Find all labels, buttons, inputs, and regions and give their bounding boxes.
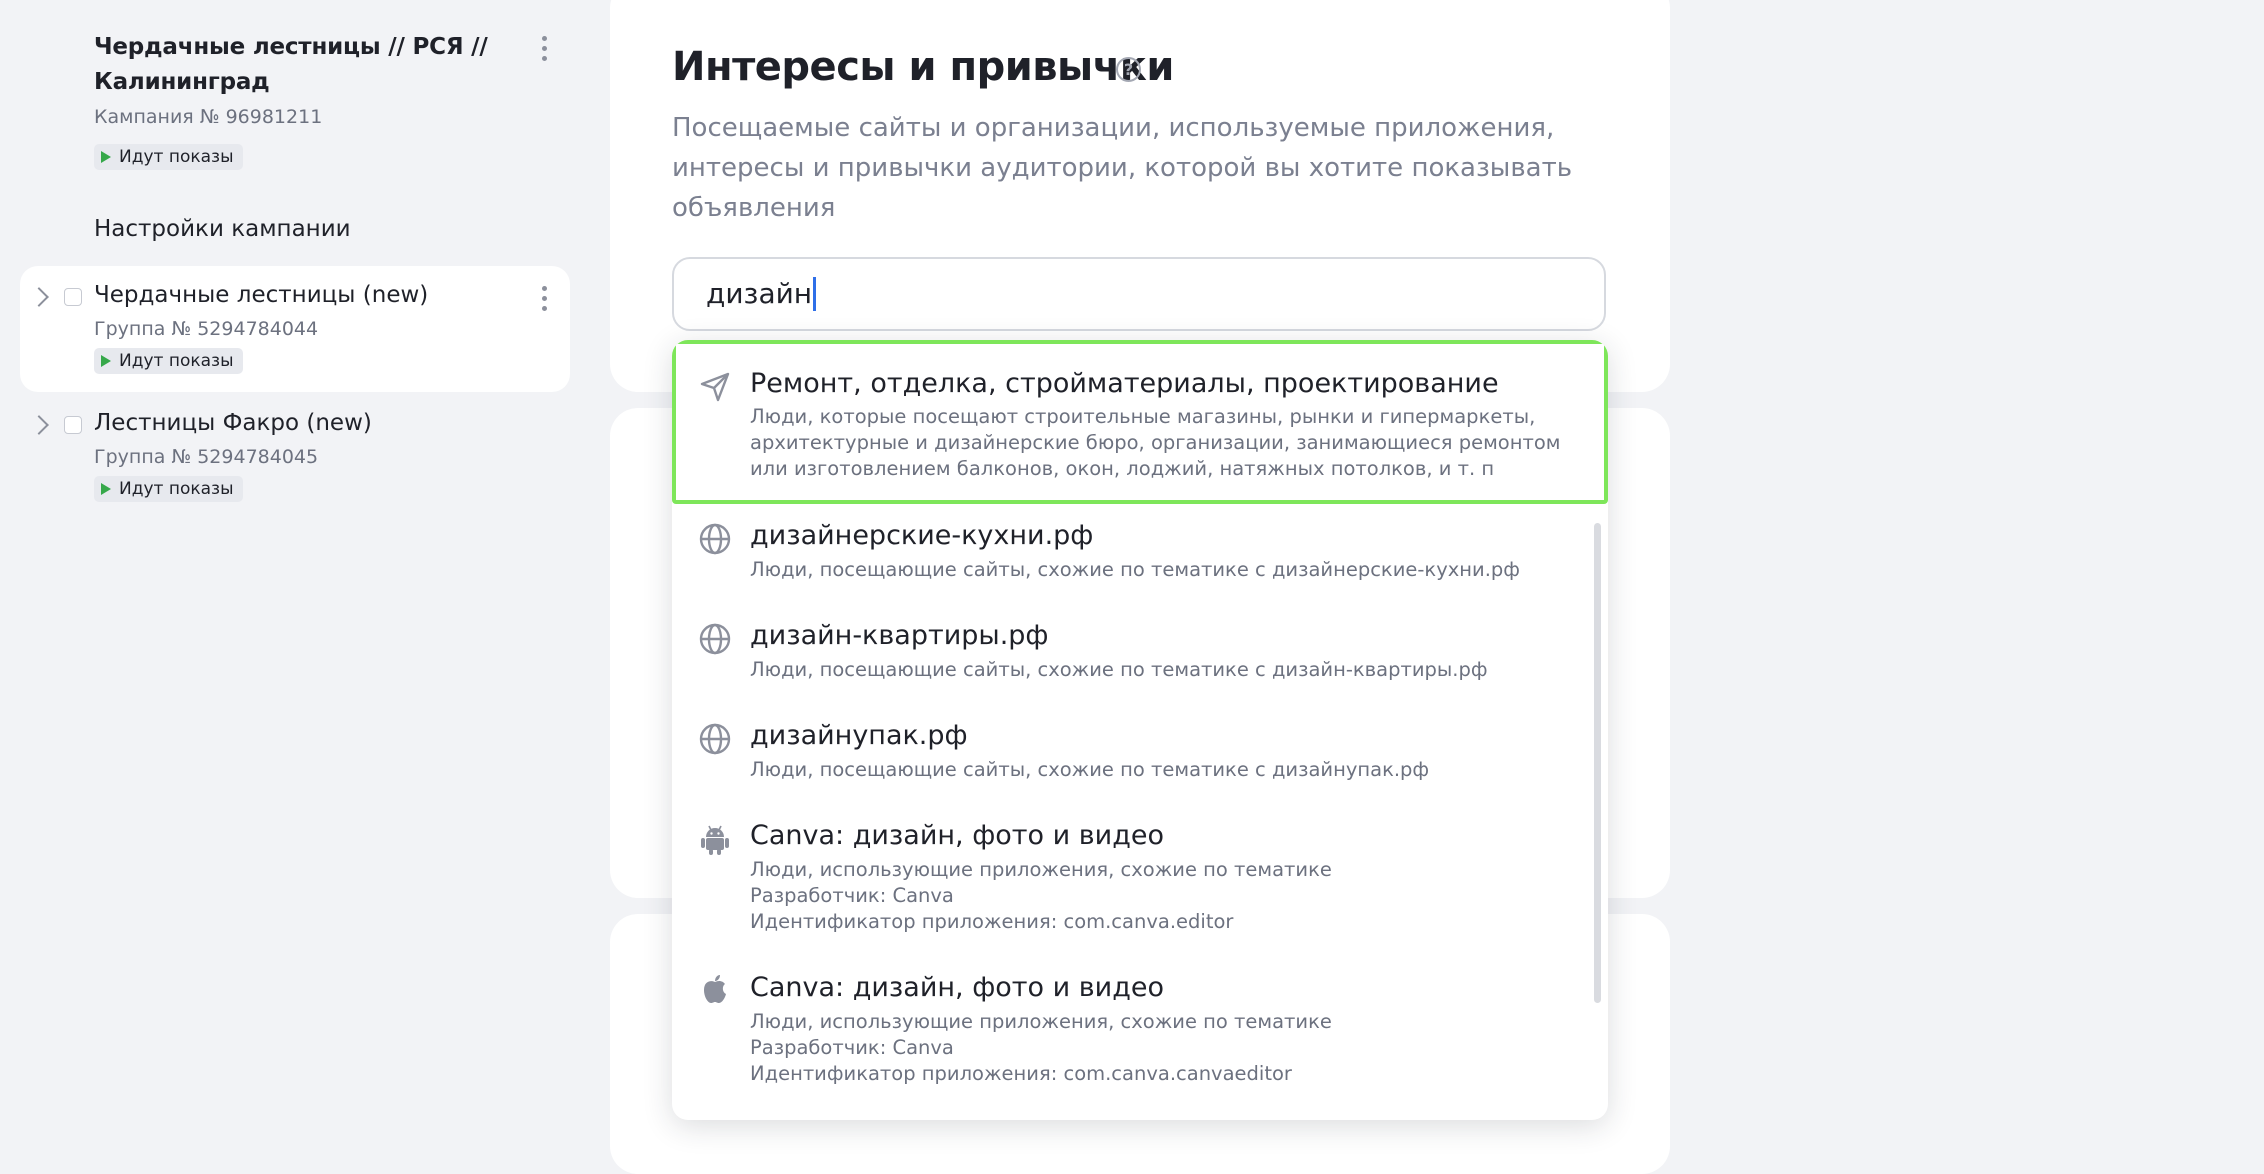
- dropdown-scrollbar[interactable]: [1594, 523, 1601, 1003]
- navigation-arrow-icon: [700, 372, 730, 402]
- play-icon: [101, 355, 111, 367]
- play-icon: [101, 483, 111, 495]
- globe-icon: [699, 623, 731, 655]
- globe-icon: [699, 723, 731, 755]
- status-badge: Идут показы: [94, 348, 243, 374]
- suggestion-title: Canva: дизайн, фото и видео: [750, 820, 1165, 851]
- suggestion-title: Ремонт, отделка, стройматериалы, проекти…: [750, 368, 1499, 399]
- suggestion-item[interactable]: Canva: дизайн, фото и видео Люди, исполь…: [672, 808, 1608, 958]
- group-name[interactable]: Лестницы Факро (new): [94, 410, 372, 436]
- sidebar-item-group-5294784044[interactable]: Чердачные лестницы (new) Группа № 529478…: [20, 266, 570, 392]
- sidebar-item-group-5294784045[interactable]: Лестницы Факро (new) Группа № 5294784045…: [20, 394, 570, 520]
- suggestion-title: дизайнерские-кухни.рф: [750, 520, 1094, 551]
- section-title: Интересы и привычки: [672, 44, 1174, 90]
- section-description: Посещаемые сайты и организации, использу…: [672, 113, 1573, 223]
- suggestions-dropdown: Ремонт, отделка, стройматериалы, проекти…: [672, 340, 1608, 1120]
- suggestion-app-id: Идентификатор приложения: com.canva.edit…: [750, 910, 1234, 933]
- suggestion-developer: Разработчик: Canva: [750, 884, 954, 907]
- android-icon: [701, 825, 729, 855]
- play-icon: [101, 151, 111, 163]
- suggestion-title: дизайнупак.рф: [750, 720, 968, 751]
- campaign-sidebar: Чердачные лестницы // РСЯ // Калининград…: [0, 0, 590, 1142]
- chevron-right-icon[interactable]: [29, 415, 49, 435]
- status-badge-label: Идут показы: [119, 479, 234, 499]
- text-caret: [813, 277, 817, 311]
- campaign-more-options-icon[interactable]: [532, 34, 556, 66]
- suggestion-app-id: Идентификатор приложения: com.canva.canv…: [750, 1062, 1292, 1085]
- suggestion-description: Люди, посещающие сайты, схожие по темати…: [750, 758, 1430, 781]
- suggestion-description: Люди, использующие приложения, схожие по…: [750, 1010, 1332, 1033]
- status-badge-label: Идут показы: [119, 351, 234, 371]
- suggestion-description: Люди, посещающие сайты, схожие по темати…: [750, 658, 1488, 681]
- status-badge: Идут показы: [94, 144, 243, 170]
- suggestion-description: Люди, которые посещают строительные мага…: [750, 405, 1561, 480]
- suggestion-description: Люди, использующие приложения, схожие по…: [750, 858, 1332, 881]
- suggestion-developer: Разработчик: Canva: [750, 1036, 954, 1059]
- campaign-number: Кампания № 96981211: [94, 106, 323, 128]
- search-input-value[interactable]: дизайн: [706, 259, 812, 329]
- chevron-right-icon[interactable]: [29, 287, 49, 307]
- group-more-options-icon[interactable]: [532, 284, 556, 316]
- suggestion-item[interactable]: дизайн-квартиры.рф Люди, посещающие сайт…: [672, 608, 1608, 706]
- group-checkbox[interactable]: [64, 288, 82, 306]
- suggestion-item[interactable]: Ремонт, отделка, стройматериалы, проекти…: [672, 340, 1608, 504]
- status-badge-label: Идут показы: [119, 147, 234, 167]
- campaign-settings-link[interactable]: Настройки кампании: [94, 216, 351, 242]
- suggestion-item[interactable]: дизайнерские-кухни.рф Люди, посещающие с…: [672, 508, 1608, 606]
- campaign-card[interactable]: Чердачные лестницы // РСЯ // Калининград…: [20, 10, 570, 190]
- group-name[interactable]: Чердачные лестницы (new): [94, 282, 428, 308]
- group-number: Группа № 5294784045: [94, 446, 319, 468]
- status-badge: Идут показы: [94, 476, 243, 502]
- campaign-title[interactable]: Чердачные лестницы // РСЯ // Калининград: [94, 30, 494, 100]
- suggestion-item[interactable]: дизайнупак.рф Люди, посещающие сайты, сх…: [672, 708, 1608, 806]
- globe-icon: [699, 523, 731, 555]
- help-icon[interactable]: ?: [1116, 57, 1141, 82]
- suggestion-title: дизайн-квартиры.рф: [750, 620, 1049, 651]
- interests-search-input[interactable]: дизайн: [672, 257, 1606, 331]
- group-checkbox[interactable]: [64, 416, 82, 434]
- apple-icon: [704, 975, 726, 1003]
- suggestion-item[interactable]: Canva: дизайн, фото и видео Люди, исполь…: [672, 960, 1608, 1110]
- suggestion-title: Canva: дизайн, фото и видео: [750, 972, 1165, 1003]
- group-number: Группа № 5294784044: [94, 318, 319, 340]
- suggestion-description: Люди, посещающие сайты, схожие по темати…: [750, 558, 1520, 581]
